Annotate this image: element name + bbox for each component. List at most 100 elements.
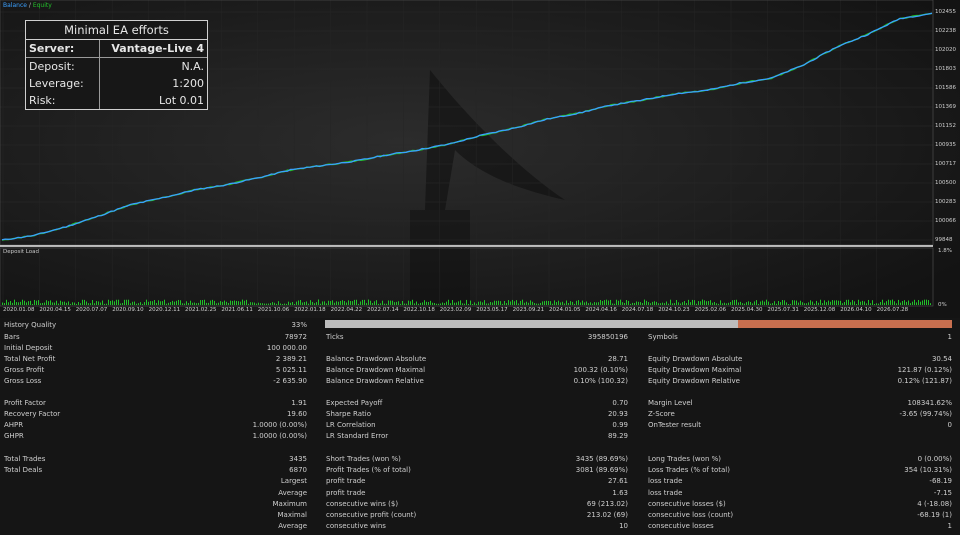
deposit-load-bar <box>132 301 133 305</box>
deposit-load-bar <box>812 301 813 305</box>
deposit-load-bar <box>696 303 697 305</box>
deposit-load-bar <box>698 301 699 305</box>
report-value: 19.60 <box>286 410 307 418</box>
deposit-load-bar <box>500 301 501 305</box>
deposit-load-bar <box>840 300 841 305</box>
x-axis-tick: 2025.02.06 <box>694 307 727 313</box>
deposit-load-bar <box>170 302 171 305</box>
deposit-load-bar <box>286 303 287 305</box>
deposit-load-bar <box>426 301 427 305</box>
deposit-load-bar <box>576 300 577 305</box>
deposit-load-bar <box>110 300 111 305</box>
deposit-load-bar <box>882 299 883 305</box>
deposit-load-bar <box>368 299 369 305</box>
deposit-load-bar <box>4 303 5 305</box>
deposit-load-bar <box>406 303 407 305</box>
report-value: -2 635.90 <box>273 377 307 385</box>
report-label: GHPR <box>4 432 24 440</box>
y-axis-tick: 101152 <box>935 123 956 129</box>
deposit-load-bottom-tick: 0% <box>938 302 947 308</box>
deposit-load-bar <box>570 301 571 305</box>
deposit-load-bar <box>902 301 903 305</box>
deposit-load-bar <box>380 303 381 305</box>
deposit-load-bar <box>854 301 855 305</box>
x-axis-tick: 2023.02.09 <box>439 307 472 313</box>
deposit-load-bar <box>804 303 805 305</box>
report-label: Long Trades (won %) <box>648 455 721 463</box>
deposit-load-bar <box>606 299 607 305</box>
deposit-load-bar <box>792 300 793 305</box>
report-value: -68.19 <box>929 477 952 485</box>
report-label: LR Standard Error <box>326 432 389 440</box>
deposit-load-bar <box>916 302 917 305</box>
deposit-load-bar <box>360 301 361 305</box>
deposit-load-bar <box>598 302 599 305</box>
legend-separator: / <box>28 2 31 9</box>
deposit-load-bar <box>564 303 565 305</box>
deposit-load-bar <box>302 302 303 305</box>
deposit-load-top-tick: 1.8% <box>938 248 952 254</box>
report-label: Equity Drawdown Relative <box>648 377 740 385</box>
x-axis-tick: 2023.05.17 <box>476 307 508 313</box>
deposit-load-bar <box>646 300 647 305</box>
deposit-load-bar <box>304 302 305 305</box>
deposit-load-bar <box>38 300 39 305</box>
deposit-load-bar <box>402 301 403 305</box>
deposit-load-bar <box>640 302 641 305</box>
deposit-load-bar <box>448 299 449 305</box>
deposit-load-bar <box>254 302 255 305</box>
report-label: Margin Level <box>648 399 693 407</box>
deposit-load-bar <box>848 299 849 305</box>
deposit-load-bar <box>108 299 109 305</box>
deposit-load-bar <box>822 303 823 305</box>
deposit-load-bar <box>754 301 755 305</box>
deposit-load-bar <box>248 303 249 305</box>
deposit-load-bar <box>400 303 401 305</box>
y-axis-tick: 102238 <box>935 28 956 34</box>
y-axis-tick: 100283 <box>935 199 956 205</box>
deposit-load-bar <box>200 300 201 305</box>
deposit-load-bar <box>546 300 547 305</box>
deposit-load-bar <box>474 302 475 305</box>
x-axis-tick: 2026.04.10 <box>840 307 872 313</box>
report-value: -68.19 (1) <box>917 511 952 519</box>
report-value: 0.99 <box>612 421 628 429</box>
report-value: 1.91 <box>291 399 307 407</box>
deposit-load-bar <box>912 301 913 305</box>
deposit-load-bar <box>290 302 291 305</box>
deposit-load-bar <box>36 300 37 305</box>
deposit-load-bar <box>658 303 659 305</box>
deposit-load-bar <box>12 302 13 305</box>
deposit-load-bar <box>512 299 513 305</box>
deposit-load-bar <box>258 302 259 305</box>
deposit-load-bar <box>176 300 177 305</box>
x-axis-tick: 2022.01.18 <box>294 307 326 313</box>
deposit-load-bar <box>392 300 393 305</box>
deposit-load-bar <box>466 299 467 305</box>
deposit-load-bar <box>868 299 869 305</box>
report-label: OnTester result <box>648 421 701 429</box>
deposit-load-bar <box>228 302 229 305</box>
deposit-load-bar <box>530 300 531 305</box>
deposit-load-bar <box>154 300 155 305</box>
report-label: LR Correlation <box>326 421 376 429</box>
deposit-load-bar <box>802 302 803 305</box>
deposit-load-bar <box>188 302 189 305</box>
report-label: Balance Drawdown Maximal <box>326 366 426 374</box>
deposit-load-bar <box>118 299 119 305</box>
deposit-load-bar <box>336 301 337 305</box>
deposit-load-bar <box>282 303 283 305</box>
deposit-load-bar <box>102 300 103 305</box>
deposit-load-bar <box>582 300 583 305</box>
deposit-load-bar <box>780 302 781 305</box>
chart-legend: Balance / Equity <box>3 2 52 9</box>
report-label: Profit Trades (% of total) <box>326 466 411 474</box>
deposit-load-bar <box>148 301 149 305</box>
deposit-load-bar <box>24 300 25 305</box>
x-axis-tick: 2025.12.08 <box>803 307 836 313</box>
deposit-load-bar <box>318 299 319 305</box>
deposit-load-bar <box>620 299 621 305</box>
report-value: 100.32 (0.10%) <box>573 366 628 374</box>
deposit-load-bar <box>310 300 311 305</box>
deposit-load-bar <box>610 299 611 305</box>
